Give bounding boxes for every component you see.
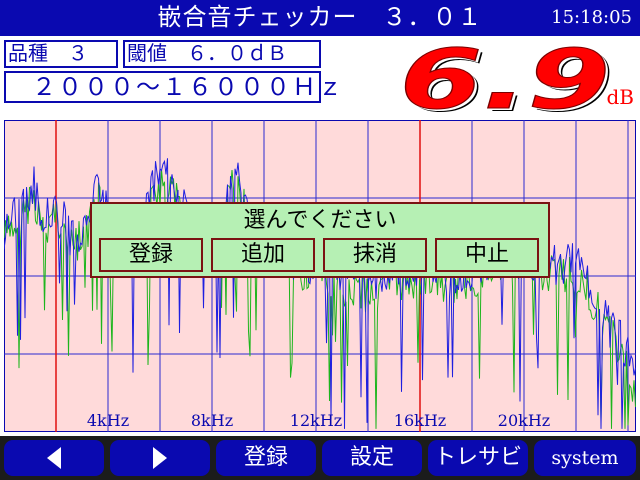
frequency-range-label: ２０００〜１６０００Ｈｚ	[4, 71, 342, 103]
measured-level-value: 6.9	[399, 33, 611, 128]
x-tick-label: 4kHz	[87, 411, 129, 430]
dialog-prompt: 選んでください	[243, 208, 397, 233]
title-bar: 嵌合音チェッカー ３．０１ 15:18:05	[0, 0, 640, 36]
x-tick-label: 20kHz	[498, 411, 550, 430]
selection-dialog: 選んでください 登録 追加 抹消 中止	[90, 202, 550, 278]
x-tick-label: 16kHz	[394, 411, 446, 430]
traceability-button[interactable]: トレサビ	[428, 440, 528, 476]
footer-register-button[interactable]: 登録	[216, 440, 316, 476]
right-arrow-icon	[153, 447, 167, 469]
previous-button[interactable]	[4, 440, 104, 476]
system-button[interactable]: system	[534, 440, 636, 476]
settings-button[interactable]: 設定	[322, 440, 422, 476]
measured-level-unit: dB	[606, 85, 635, 109]
footer-toolbar: 登録 設定 トレサビ system	[0, 436, 640, 480]
cancel-button[interactable]: 中止	[435, 238, 539, 272]
delete-button[interactable]: 抹消	[323, 238, 427, 272]
product-type-label: 品種 ３	[4, 40, 118, 68]
threshold-label: 閾値 ６．０ｄＢ	[123, 40, 321, 68]
app-title: 嵌合音チェッカー ３．０１	[157, 3, 483, 31]
x-tick-label: 8kHz	[191, 411, 233, 430]
register-button[interactable]: 登録	[99, 238, 203, 272]
x-tick-label: 12kHz	[290, 411, 342, 430]
add-button[interactable]: 追加	[211, 238, 315, 272]
left-arrow-icon	[47, 447, 61, 469]
next-button[interactable]	[110, 440, 210, 476]
clock: 15:18:05	[551, 7, 632, 28]
